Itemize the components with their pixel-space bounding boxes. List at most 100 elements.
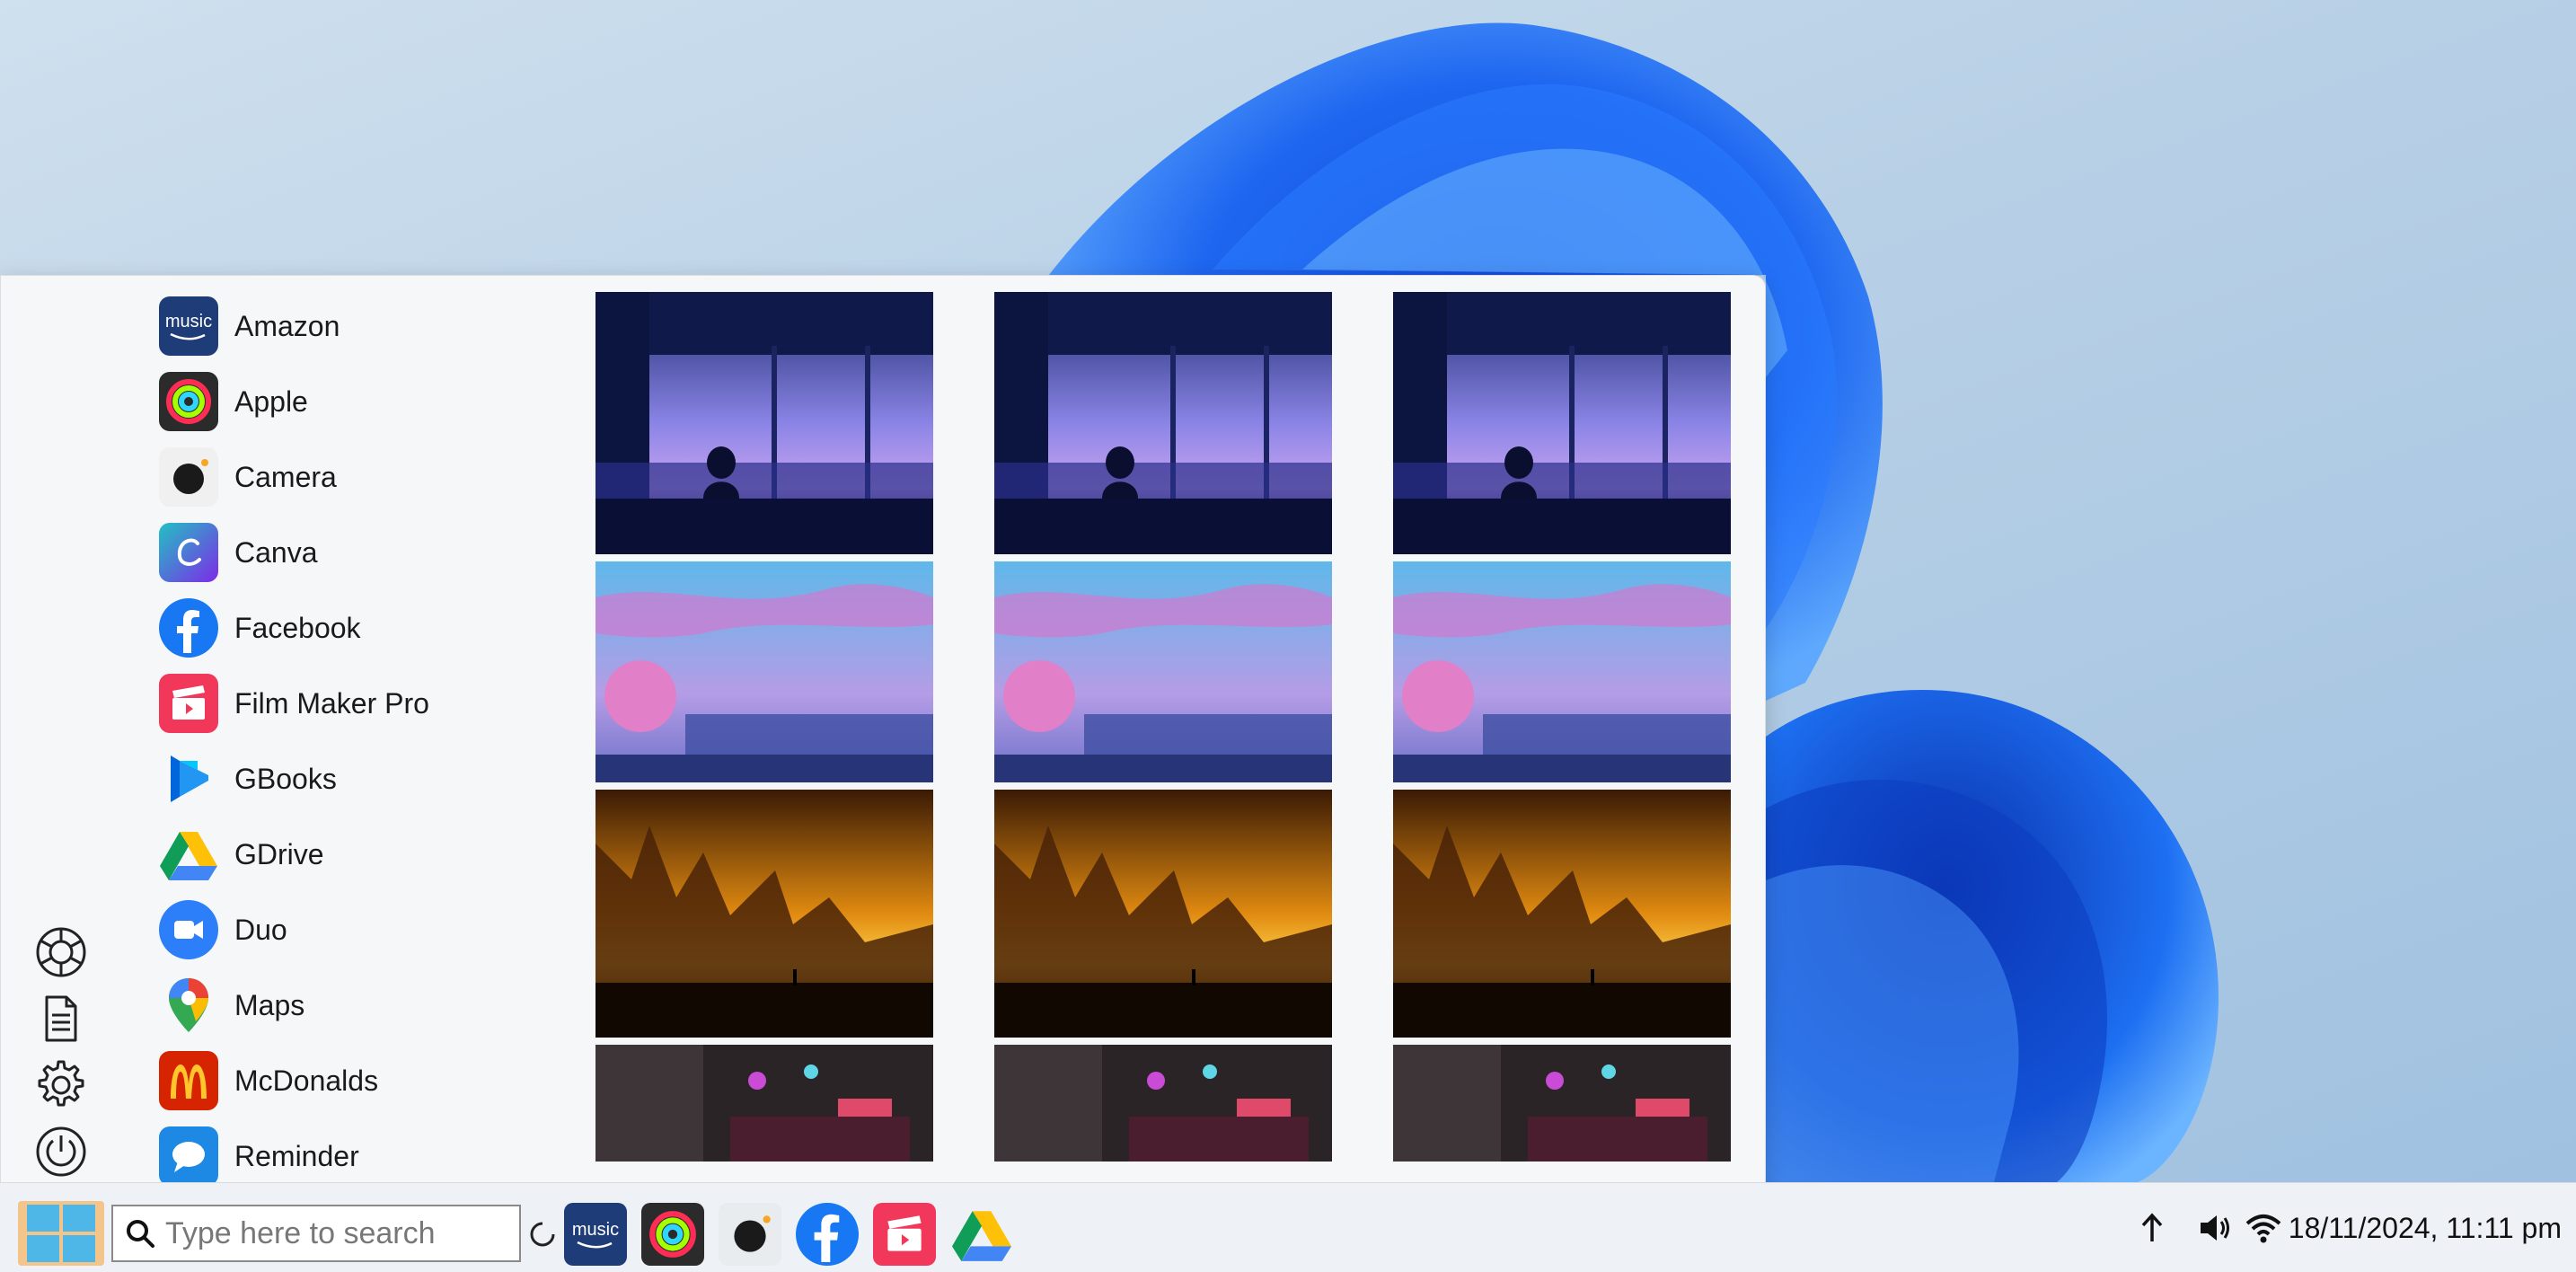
google-drive-icon[interactable] xyxy=(950,1203,1013,1266)
app-item-camera[interactable]: Camera xyxy=(159,439,590,515)
tile-night-window[interactable] xyxy=(1393,292,1731,554)
clapperboard-graphic xyxy=(172,685,205,720)
help-ring-icon[interactable] xyxy=(31,923,91,982)
night-window-image xyxy=(1393,292,1731,554)
film-maker-icon[interactable] xyxy=(873,1203,936,1266)
wifi-icon[interactable] xyxy=(2245,1210,2281,1246)
tile-neon-street[interactable] xyxy=(1393,1045,1731,1162)
tile-neon-street[interactable] xyxy=(595,1045,933,1162)
tile-sunset-canyon[interactable] xyxy=(1393,790,1731,1038)
settings-gear-icon-graphic xyxy=(38,1060,84,1107)
app-item-canva[interactable]: Canva xyxy=(159,515,590,590)
camera-icon[interactable] xyxy=(719,1203,781,1266)
loading-spinner-icon xyxy=(526,1203,559,1266)
taskbar: music xyxy=(0,1182,2576,1272)
speaker-graphic xyxy=(2200,1215,2229,1241)
sunset-canyon-image xyxy=(595,790,933,1038)
start-side-rail xyxy=(31,923,91,1188)
app-item-gbooks[interactable]: GBooks xyxy=(159,741,590,817)
volume-icon[interactable] xyxy=(2197,1210,2233,1246)
facebook-f-graphic xyxy=(177,610,199,653)
tile-sunset-canyon[interactable] xyxy=(994,790,1332,1038)
tile-sunset-canyon[interactable] xyxy=(595,790,933,1038)
tile-neon-street[interactable] xyxy=(994,1045,1332,1162)
sunset-canyon-image xyxy=(994,790,1332,1038)
taskbar-clock[interactable]: 18/11/2024, 11:11 pm xyxy=(2289,1212,2562,1245)
cherry-blossom-image xyxy=(1393,561,1731,782)
app-item-apple[interactable]: Apple xyxy=(159,364,590,439)
wallpaper-gallery xyxy=(595,292,1733,1190)
facebook-icon xyxy=(159,598,218,658)
maps-pin-graphic xyxy=(169,978,208,1032)
app-label: Maps xyxy=(234,988,305,1021)
chat-bubble-graphic xyxy=(172,1142,205,1172)
amazon-music-icon-text: music xyxy=(164,311,213,331)
app-item-amazon[interactable]: music Amazon xyxy=(159,288,590,364)
clapperboard-graphic xyxy=(887,1215,922,1251)
app-item-maps[interactable]: Maps xyxy=(159,967,590,1043)
amazon-music-icon-text: music xyxy=(571,1219,620,1240)
app-item-facebook[interactable]: Facebook xyxy=(159,590,590,666)
taskbar-apps: music xyxy=(526,1203,1028,1266)
power-icon-graphic xyxy=(36,1126,86,1177)
sunset-canyon-image xyxy=(1393,790,1731,1038)
tile-night-window[interactable] xyxy=(994,292,1332,554)
spinner-graphic xyxy=(530,1222,555,1247)
camera-graphic xyxy=(734,1215,771,1252)
camera-icon xyxy=(159,447,218,507)
gallery-column-2 xyxy=(994,292,1332,1169)
start-button[interactable] xyxy=(18,1201,104,1266)
apple-activity-icon[interactable] xyxy=(641,1203,704,1266)
night-window-image xyxy=(595,292,933,554)
app-item-duo[interactable]: Duo xyxy=(159,892,590,967)
google-drive-graphic xyxy=(952,1211,1011,1261)
activity-rings-graphic xyxy=(166,379,211,424)
tile-night-window[interactable] xyxy=(595,292,933,554)
amazon-smile-graphic xyxy=(577,1241,613,1248)
windows-logo-pane xyxy=(63,1235,95,1262)
app-label: Camera xyxy=(234,460,337,493)
settings-gear-icon[interactable] xyxy=(31,1056,91,1115)
show-hidden-icons-arrow-icon[interactable] xyxy=(2134,1210,2170,1246)
app-label: Facebook xyxy=(234,611,361,644)
document-icon-graphic xyxy=(45,995,77,1042)
app-label: Duo xyxy=(234,913,287,946)
maps-pin-icon xyxy=(159,976,218,1035)
neon-street-image xyxy=(994,1045,1332,1162)
app-label: Canva xyxy=(234,535,318,569)
activity-rings-graphic xyxy=(649,1211,696,1258)
facebook-icon[interactable] xyxy=(796,1203,859,1266)
document-icon[interactable] xyxy=(31,989,91,1048)
canva-icon xyxy=(159,523,218,582)
cherry-blossom-image xyxy=(595,561,933,782)
cherry-blossom-image xyxy=(994,561,1332,782)
reminder-chat-icon xyxy=(159,1126,218,1186)
video-camera-graphic xyxy=(174,921,203,939)
tile-cherry-blossom[interactable] xyxy=(1393,561,1731,782)
app-item-mcdonalds[interactable]: McDonalds xyxy=(159,1043,590,1118)
amazon-music-icon: music xyxy=(159,296,218,356)
app-label: McDonalds xyxy=(234,1064,379,1097)
app-list: music Amazon Apple Camera Canva Facebook… xyxy=(159,288,590,1194)
camera-graphic xyxy=(173,459,208,494)
neon-street-image xyxy=(1393,1045,1731,1162)
gallery-column-1 xyxy=(595,292,933,1169)
app-label: Film Maker Pro xyxy=(234,686,429,720)
google-books-graphic xyxy=(171,755,208,802)
app-item-film-maker-pro[interactable]: Film Maker Pro xyxy=(159,666,590,741)
app-item-gdrive[interactable]: GDrive xyxy=(159,817,590,892)
tile-cherry-blossom[interactable] xyxy=(994,561,1332,782)
power-icon[interactable] xyxy=(31,1122,91,1181)
canva-graphic xyxy=(177,538,201,566)
amazon-music-icon[interactable]: music xyxy=(564,1203,627,1266)
golden-arches-graphic xyxy=(171,1064,207,1099)
start-menu: music Amazon Apple Camera Canva Facebook… xyxy=(0,275,1766,1204)
app-label: GDrive xyxy=(234,837,324,870)
system-tray: 18/11/2024, 11:11 pm xyxy=(2134,1210,2562,1246)
tile-cherry-blossom[interactable] xyxy=(595,561,933,782)
search-icon xyxy=(127,1220,154,1248)
taskbar-search-box[interactable] xyxy=(111,1205,521,1262)
night-window-image xyxy=(994,292,1332,554)
windows-logo-pane xyxy=(27,1235,59,1262)
search-input[interactable] xyxy=(165,1215,507,1251)
